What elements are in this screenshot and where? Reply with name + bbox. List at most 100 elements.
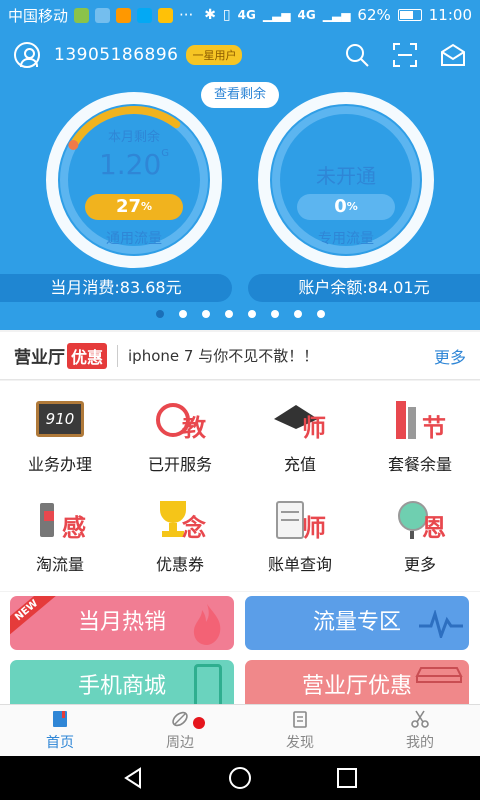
gauge-label: 专用流量 [318, 231, 374, 247]
network-type-2: 4G [297, 8, 316, 22]
tab-label: 我的 [406, 734, 434, 751]
grid-item-services[interactable]: 教 已开服务 [120, 381, 240, 481]
news-headline[interactable]: iphone 7 与你不见不散！！ [128, 345, 434, 366]
scan-icon[interactable] [392, 42, 418, 68]
grid-item-package-balance[interactable]: 节 套餐余量 [360, 381, 480, 481]
hall-offers-banner[interactable]: 营业厅优惠 [245, 660, 469, 704]
banner-label: 营业厅优惠 [301, 674, 412, 699]
grid-label: 账单查询 [267, 555, 332, 574]
tab-mine[interactable]: 我的 [360, 705, 480, 756]
promo-news-row[interactable]: 营业厅 优惠 iphone 7 与你不见不散！！ 更多 [0, 332, 480, 380]
back-icon[interactable] [120, 765, 146, 791]
top-bar: 13905186896 一星用户 [0, 30, 480, 80]
app-notification-icon [74, 7, 90, 23]
tab-home[interactable]: 首页 [0, 705, 120, 756]
gauge-label: 通用流量 [106, 231, 162, 247]
recents-icon[interactable] [334, 765, 360, 791]
banner-label: 当月热销 [77, 610, 166, 635]
divider [117, 344, 119, 367]
mail-icon[interactable] [440, 42, 466, 68]
data-zone-banner[interactable]: 流量专区 [245, 596, 469, 650]
carousel-dot[interactable] [316, 310, 325, 318]
grid-label: 业务办理 [27, 455, 92, 474]
monthly-spend[interactable]: 当月消费:83.68元 [0, 274, 232, 302]
grid-item-bill-query[interactable]: 师 账单查询 [240, 481, 360, 581]
scroll-icon: 师 [272, 497, 328, 543]
globe-icon: 恩 [392, 497, 448, 543]
battery-percent: 62% [357, 6, 391, 24]
grid-label: 已开服务 [147, 455, 212, 474]
pulse-icon [419, 610, 463, 638]
carousel-dots [0, 310, 480, 318]
home-icon[interactable] [227, 765, 253, 791]
phone-mall-banner[interactable]: 手机商城 [10, 660, 234, 704]
carousel-dot[interactable] [224, 310, 233, 318]
carousel-dot[interactable] [155, 310, 164, 318]
network-type: 4G [237, 8, 256, 22]
news-brand: 营业厅 [14, 348, 65, 368]
special-data-gauge[interactable]: 未开通 0% 专用流量 [256, 90, 436, 270]
tab-label: 首页 [46, 734, 74, 751]
clipboard-icon [293, 710, 307, 728]
carousel-dot[interactable] [293, 310, 302, 318]
phone-icon [194, 664, 222, 704]
news-more-link[interactable]: 更多 [434, 344, 466, 368]
gauge-status: 未开通 [316, 164, 376, 188]
signal-icon: ▁▃▅ [262, 8, 291, 22]
books-icon: 节 [392, 397, 448, 443]
bookmark-stand-icon: 感 [32, 497, 88, 543]
carrier-label: 中国移动 [8, 6, 69, 25]
chalkboard-910-icon: 910 [32, 397, 88, 443]
grid-label: 更多 [403, 555, 436, 574]
account-balance[interactable]: 账户余额:84.01元 [248, 274, 480, 302]
app-notification-icon [137, 7, 153, 23]
notification-dot [193, 717, 205, 729]
clock: 11:00 [428, 6, 472, 24]
user-avatar-icon[interactable] [14, 42, 40, 68]
shop-awning-icon [415, 667, 463, 683]
scissors-icon [411, 710, 429, 728]
carousel-dot[interactable] [201, 310, 210, 318]
hot-sales-banner[interactable]: NEW 当月热销 [10, 596, 234, 650]
grid-item-business[interactable]: 910 业务办理 [0, 381, 120, 481]
search-icon[interactable] [344, 42, 370, 68]
app-notification-icon [95, 7, 111, 23]
alarm-clock-icon: 教 [152, 397, 208, 443]
news-brand-tag: 优惠 [67, 342, 108, 369]
vip-badge: 一星用户 [186, 45, 243, 65]
system-nav-bar [0, 756, 480, 800]
tab-nearby[interactable]: 周边 [120, 705, 240, 756]
general-data-gauge[interactable]: 本月剩余 1.20G 27% 通用流量 [44, 90, 224, 270]
carousel-dot[interactable] [247, 310, 256, 318]
banner-label: 流量专区 [312, 610, 401, 635]
carousel-dot[interactable] [178, 310, 187, 318]
app-notification-icon [116, 7, 132, 23]
signal-icon: ▁▃▅ [322, 8, 351, 22]
grid-item-coupons[interactable]: 念 优惠券 [120, 481, 240, 581]
usage-percent-pill: 0% [297, 194, 395, 220]
grid-label: 优惠券 [155, 555, 204, 574]
app-notification-icon [158, 7, 174, 23]
leaf-icon [172, 711, 188, 726]
bluetooth-icon: ✱ [204, 7, 216, 23]
more-notifications-icon: ··· [179, 6, 194, 24]
book-icon [53, 710, 67, 727]
grid-item-data-shop[interactable]: 感 淘流量 [0, 481, 120, 581]
banner-label: 手机商城 [77, 674, 166, 699]
phone-number: 13905186896 [54, 45, 179, 65]
trophy-icon: 念 [152, 497, 208, 543]
grid-label: 淘流量 [35, 555, 84, 574]
new-ribbon: NEW [10, 596, 59, 639]
usage-percent-pill: 27% [85, 194, 183, 220]
promo-banners: NEW 当月热销 流量专区 手机商城 营业厅优惠 [0, 592, 480, 704]
bottom-tab-bar: 首页 周边 发现 我的 [0, 704, 480, 756]
tab-discover[interactable]: 发现 [240, 705, 360, 756]
graduation-cap-icon: 师 [272, 397, 328, 443]
grid-label: 套餐余量 [387, 455, 452, 474]
service-grid: 910 业务办理 教 已开服务 师 充值 节 套餐余量 感 淘流量 念 优惠券 … [0, 381, 480, 591]
grid-item-more[interactable]: 恩 更多 [360, 481, 480, 581]
carousel-dot[interactable] [270, 310, 279, 318]
grid-item-recharge[interactable]: 师 充值 [240, 381, 360, 481]
tab-label: 发现 [286, 734, 314, 751]
gauge-caption: 本月剩余 [107, 130, 160, 145]
